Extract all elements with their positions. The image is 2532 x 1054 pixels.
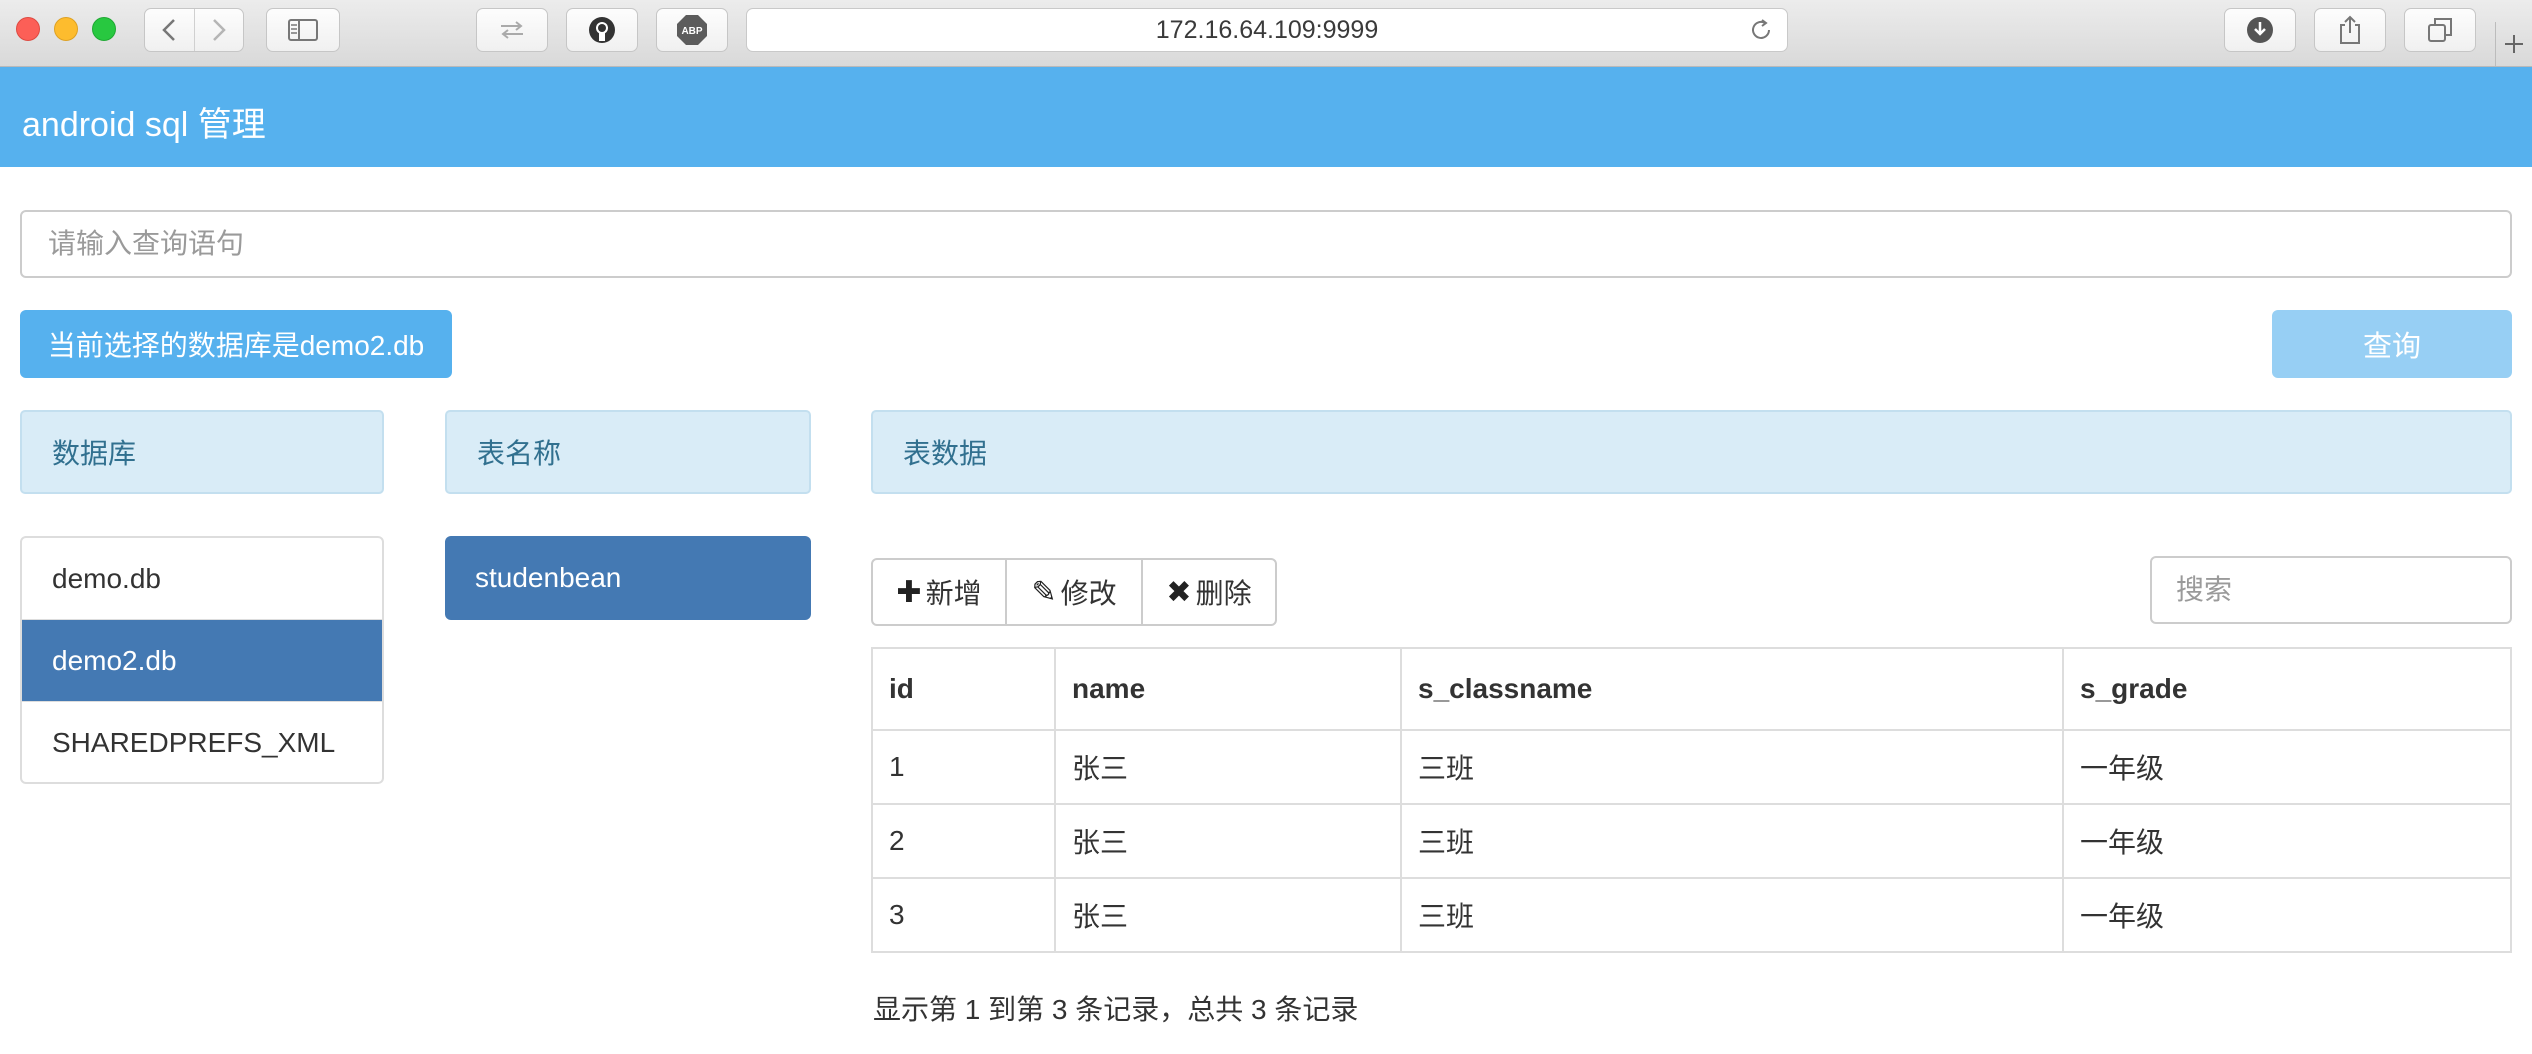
chevron-left-icon [162, 19, 176, 41]
table-cell: 三班 [1400, 803, 2064, 879]
data-table: id name s_classname s_grade 1 张三 三班 一年级 … [871, 647, 2512, 953]
table-cell: 张三 [1054, 877, 1402, 953]
tabs-overview-button[interactable] [2404, 8, 2476, 52]
table-cell: 张三 [1054, 729, 1402, 805]
adblock-extension-button[interactable]: ABP [656, 8, 728, 52]
current-database-label: 当前选择的数据库是demo2.db [20, 310, 452, 378]
pencil-icon: ✎ [1031, 575, 1057, 609]
tabs-icon [2428, 18, 2452, 42]
table-cell: 一年级 [2062, 877, 2512, 953]
edit-row-label: 修改 [1060, 578, 1117, 609]
forward-button[interactable] [193, 9, 244, 51]
zoom-window-button[interactable] [92, 17, 116, 41]
tables-panel-title: 表名称 [477, 438, 562, 469]
delete-row-button[interactable]: ✖ 删除 [1141, 558, 1277, 626]
query-button[interactable]: 查询 [2272, 310, 2512, 378]
database-item-label: demo2.db [52, 644, 177, 676]
table-row[interactable]: 3 张三 三班 一年级 [871, 877, 2512, 953]
tables-panel-header: 表名称 [445, 410, 811, 494]
sql-query-input[interactable] [20, 210, 2512, 278]
table-cell: 张三 [1054, 803, 1402, 879]
add-row-label: 新增 [925, 578, 982, 609]
x-icon: ✖ [1166, 575, 1192, 609]
databases-panel-header: 数据库 [20, 410, 384, 494]
svg-text:ABP: ABP [681, 26, 702, 37]
github-extension-button[interactable] [566, 8, 638, 52]
chevron-right-icon [212, 19, 226, 41]
plus-icon: ✚ [896, 575, 922, 609]
new-tab-button[interactable] [2495, 22, 2532, 66]
database-item-demo2[interactable]: demo2.db [22, 620, 382, 702]
sidebar-icon [288, 19, 318, 41]
extension-switch-button[interactable] [476, 8, 548, 52]
table-data-panel-header: 表数据 [871, 410, 2512, 494]
column-header-name[interactable]: name [1054, 647, 1402, 731]
plus-icon [2505, 35, 2523, 53]
table-search-input[interactable] [2150, 556, 2512, 624]
table-cell: 1 [871, 729, 1056, 805]
adblock-icon: ABP [677, 15, 707, 45]
column-header-id[interactable]: id [871, 647, 1056, 731]
history-nav-buttons [144, 8, 244, 52]
column-header-s-classname[interactable]: s_classname [1400, 647, 2064, 731]
table-cell: 三班 [1400, 877, 2064, 953]
app-title: android sql 管理 [22, 106, 266, 144]
reload-icon[interactable] [1749, 18, 1773, 49]
edit-row-button[interactable]: ✎ 修改 [1005, 558, 1143, 626]
close-window-button[interactable] [16, 17, 40, 41]
table-data-panel-title: 表数据 [903, 438, 988, 469]
database-list: demo.db demo2.db SHAREDPREFS_XML [20, 536, 384, 784]
minimize-window-button[interactable] [54, 17, 78, 41]
address-bar-url: 172.16.64.109:9999 [1155, 15, 1379, 44]
downloads-button[interactable] [2224, 8, 2296, 52]
table-item-studenbean[interactable]: studenbean [445, 536, 811, 620]
download-icon [2247, 17, 2273, 43]
database-item-label: demo.db [52, 562, 161, 594]
back-button[interactable] [145, 9, 194, 51]
table-cell: 2 [871, 803, 1056, 879]
table-cell: 三班 [1400, 729, 2064, 805]
column-header-s-grade[interactable]: s_grade [2062, 647, 2512, 731]
add-row-button[interactable]: ✚ 新增 [871, 558, 1007, 626]
table-cell: 一年级 [2062, 729, 2512, 805]
sidebar-toggle-button[interactable] [266, 8, 340, 52]
table-row[interactable]: 1 张三 三班 一年级 [871, 729, 2512, 805]
table-item-label: studenbean [475, 562, 622, 593]
database-item-demo[interactable]: demo.db [22, 538, 382, 620]
database-item-label: SHAREDPREFS_XML [52, 727, 336, 758]
databases-panel-title: 数据库 [52, 438, 137, 469]
table-row[interactable]: 2 张三 三班 一年级 [871, 803, 2512, 879]
table-toolbar: ✚ 新增 ✎ 修改 ✖ 删除 [871, 558, 1277, 626]
database-item-sharedprefs-xml[interactable]: SHAREDPREFS_XML [22, 702, 382, 782]
pagination-info: 显示第 1 到第 3 条记录，总共 3 条记录 [873, 994, 1359, 1025]
github-icon [589, 17, 615, 43]
delete-row-label: 删除 [1195, 578, 1252, 609]
app-header: android sql 管理 [0, 67, 2532, 167]
share-button[interactable] [2314, 8, 2386, 52]
swap-arrows-icon [501, 21, 523, 39]
table-header-row: id name s_classname s_grade [871, 647, 2512, 731]
table-cell: 3 [871, 877, 1056, 953]
browser-toolbar: ABP 172.16.64.109:9999 [0, 0, 2532, 67]
share-icon [2340, 15, 2360, 44]
table-cell: 一年级 [2062, 803, 2512, 879]
address-bar[interactable]: 172.16.64.109:9999 [746, 8, 1788, 52]
